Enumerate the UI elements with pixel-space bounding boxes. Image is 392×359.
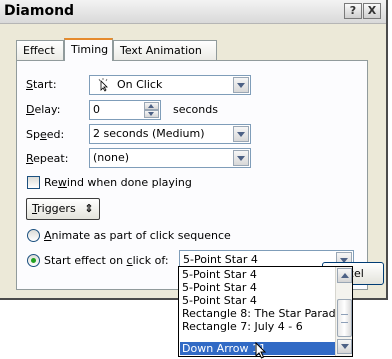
delay-input[interactable]: 0 (89, 100, 161, 120)
repeat-label: Repeat: (26, 152, 69, 165)
list-item[interactable]: 5-Point Star 4 (180, 281, 335, 294)
list-item[interactable]: Rectangle 8: The Star Parad (180, 307, 335, 320)
scroll-down-icon[interactable] (337, 339, 352, 354)
window-title: Diamond (4, 3, 75, 19)
speed-select[interactable]: 2 seconds (Medium) (89, 124, 251, 144)
mouse-click-icon (98, 78, 108, 92)
animate-sequence-label: Animate as part of click sequence (44, 229, 231, 242)
scroll-up-icon[interactable] (337, 268, 352, 283)
timing-panel: Start: On Click Delay: 0 seconds Speed: (16, 60, 368, 290)
dialog-window: Diamond ? X Effect Timing Text Animation… (0, 0, 388, 300)
speed-value: 2 seconds (Medium) (93, 127, 205, 140)
animate-sequence-radio[interactable] (27, 229, 40, 242)
repeat-select[interactable]: (none) (89, 148, 251, 168)
tab-effect[interactable]: Effect (16, 40, 64, 60)
list-scrollbar[interactable] (335, 267, 352, 356)
start-select[interactable]: On Click (89, 75, 251, 95)
spin-down-icon[interactable] (144, 110, 159, 118)
list-item[interactable]: 5-Point Star 4 (180, 268, 335, 281)
delay-value: 0 (93, 103, 100, 116)
start-effect-label: Start effect on click of: (44, 254, 169, 267)
list-item[interactable]: 5-Point Star 4 (180, 294, 335, 307)
speed-label: Speed: (26, 128, 65, 141)
triggers-button[interactable]: Triggers ⇕ (26, 198, 101, 220)
start-effect-value: 5-Point Star 4 (183, 253, 258, 266)
delay-unit: seconds (173, 103, 218, 116)
rewind-label: Rewind when done playing (44, 176, 192, 189)
rewind-checkbox[interactable] (27, 176, 40, 189)
repeat-value: (none) (93, 151, 130, 164)
chevron-down-icon[interactable] (233, 150, 249, 166)
mouse-pointer-icon (255, 342, 267, 359)
expand-toggle-icon: ⇕ (84, 202, 94, 215)
tab-timing[interactable]: Timing (64, 38, 113, 61)
delay-label: Delay: (26, 103, 61, 116)
chevron-down-icon[interactable] (233, 77, 249, 93)
scroll-thumb[interactable] (337, 299, 352, 337)
close-button[interactable]: X (363, 3, 381, 19)
tab-text-animation[interactable]: Text Animation (113, 40, 217, 60)
start-label: Start: (26, 78, 57, 91)
chevron-down-icon[interactable] (233, 126, 249, 142)
title-bar: Diamond ? X (0, 0, 386, 24)
spin-up-icon[interactable] (144, 102, 159, 110)
start-effect-radio[interactable] (27, 254, 40, 267)
help-button[interactable]: ? (344, 3, 362, 19)
list-item[interactable]: Rectangle 7: July 4 - 6 (180, 320, 335, 333)
start-value: On Click (117, 78, 163, 91)
delay-stepper[interactable] (144, 102, 159, 118)
